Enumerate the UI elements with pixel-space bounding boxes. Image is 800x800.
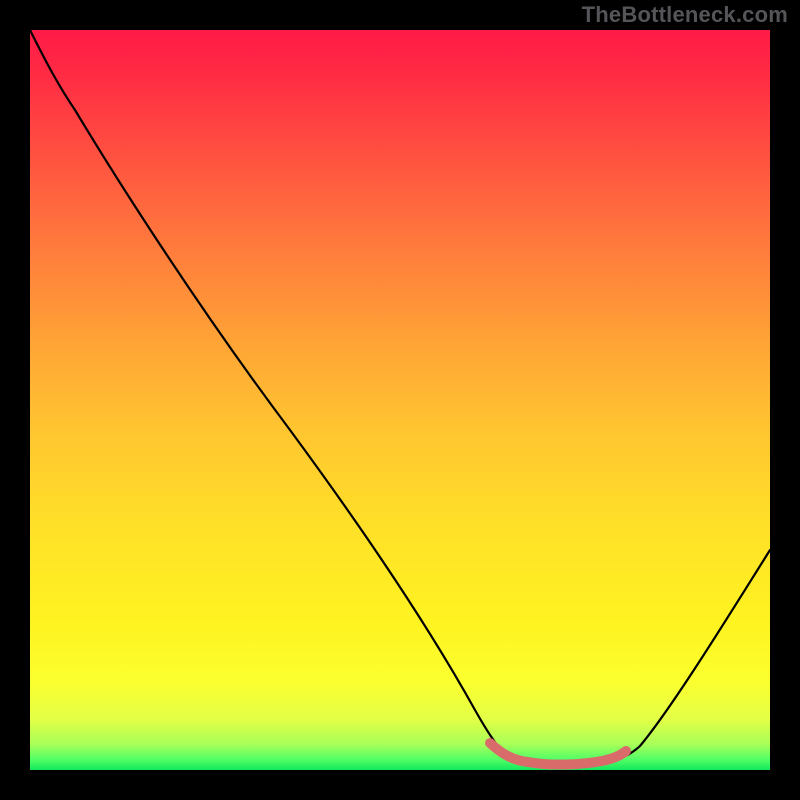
main-curve <box>30 30 770 766</box>
watermark-label: TheBottleneck.com <box>582 2 788 28</box>
highlight-segment <box>490 743 626 765</box>
plot-area <box>30 30 770 770</box>
chart-svg <box>30 30 770 770</box>
chart-frame: TheBottleneck.com <box>0 0 800 800</box>
